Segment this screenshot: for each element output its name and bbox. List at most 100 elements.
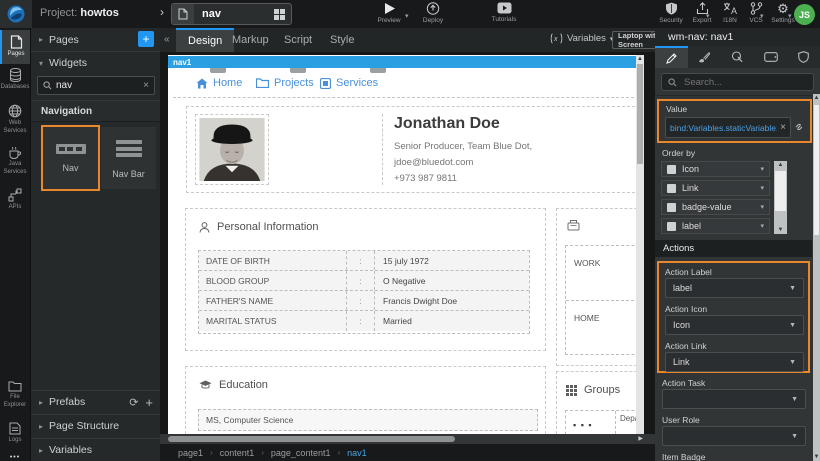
rail-more-button[interactable]: ••• — [0, 454, 30, 461]
preview-button[interactable]: Preview — [368, 2, 410, 24]
collapse-left-panel-icon[interactable]: « — [164, 34, 170, 45]
widget-search[interactable]: × — [37, 76, 155, 95]
breadcrumb-item[interactable]: page_content1 — [271, 448, 331, 458]
scroll-up-icon[interactable]: ▲ — [636, 56, 644, 62]
variables-dropdown[interactable]: x Variables ▾ — [550, 33, 613, 44]
table-row[interactable]: MARITAL STATUS : Married — [199, 311, 529, 331]
table-row[interactable]: DATE OF BIRTH : 15 july 1972 — [199, 251, 529, 271]
tab-inspect[interactable] — [721, 46, 754, 68]
personal-info-panel[interactable]: Personal Information DATE OF BIRTH : 15 … — [185, 208, 546, 351]
chevron-down-icon[interactable]: ▾ — [760, 165, 764, 173]
export-chevron-icon[interactable]: ▾ — [706, 12, 710, 20]
nav-item-home[interactable]: Home — [196, 72, 242, 94]
table-row[interactable]: BLOOD GROUP : O Negative — [199, 271, 529, 291]
scroll-up-icon[interactable]: ▲ — [774, 162, 787, 168]
action-link-select[interactable]: Link ▼ — [665, 352, 804, 372]
profile-panel[interactable]: Jonathan Doe Senior Producer, Team Blue … — [186, 106, 644, 193]
page-selector[interactable]: nav — [171, 3, 292, 25]
scroll-down-icon[interactable]: ▼ — [813, 454, 820, 460]
refresh-icon[interactable]: ⟳ — [129, 396, 138, 409]
preview-chevron-icon[interactable]: ▾ — [405, 12, 409, 20]
widget-tile-nav-bar[interactable]: Nav Bar — [101, 127, 156, 189]
action-label-select[interactable]: label ▼ — [665, 278, 804, 298]
contact-panel[interactable]: WORK HOME — [556, 208, 644, 366]
canvas-horizontal-scrollbar[interactable]: ▶ — [160, 434, 655, 444]
clear-search-icon[interactable]: × — [143, 80, 149, 91]
scrollbar-thumb[interactable] — [814, 105, 819, 235]
checkbox-icon[interactable] — [667, 222, 676, 231]
scroll-down-icon[interactable]: ▼ — [774, 227, 787, 233]
grid-icon[interactable] — [274, 9, 285, 20]
order-by-row-link[interactable]: Link ▾ — [661, 180, 770, 196]
rail-item-logs[interactable]: Logs — [0, 422, 30, 454]
actions-section-header[interactable]: Actions — [655, 240, 812, 257]
scroll-up-icon[interactable]: ▲ — [813, 95, 820, 101]
chevron-down-icon[interactable]: ▾ — [760, 222, 764, 230]
breadcrumb-item-current[interactable]: nav1 — [347, 448, 367, 458]
deploy-button[interactable]: Deploy — [412, 2, 454, 24]
tab-device[interactable] — [754, 46, 787, 68]
table-row[interactable]: FATHER'S NAME : Francis Dwight Doe — [199, 291, 529, 311]
action-task-select[interactable]: ▼ — [662, 389, 806, 409]
breadcrumb-item[interactable]: page1 — [178, 448, 203, 458]
canvas-vertical-scrollbar[interactable]: ▲ — [636, 55, 644, 434]
checkbox-icon[interactable] — [667, 203, 676, 212]
properties-scrollbar[interactable]: ▲ ▼ — [813, 94, 820, 461]
order-by-row-badge-value[interactable]: badge-value ▾ — [661, 199, 770, 215]
tab-style[interactable]: Style — [318, 28, 366, 52]
rail-item-pages[interactable]: Pages — [0, 30, 30, 64]
design-canvas-page[interactable]: nav1 Home Projects Services — [168, 55, 644, 434]
scroll-right-icon[interactable]: ▶ — [638, 435, 643, 442]
variables-section-header[interactable]: ▸ Variables — [31, 438, 161, 461]
widget-tile-nav[interactable]: Nav — [43, 127, 98, 189]
breadcrumb-item[interactable]: content1 — [220, 448, 255, 458]
education-panel[interactable]: Education MS, Computer Science — [185, 366, 546, 434]
selected-widget-bar[interactable]: nav1 — [168, 56, 644, 68]
rail-item-web-services[interactable]: Web Services — [0, 104, 30, 142]
user-role-select[interactable]: ▼ — [662, 426, 806, 446]
property-search-input[interactable] — [682, 76, 807, 89]
tutorials-button[interactable]: Tutorials — [482, 2, 526, 23]
clear-value-icon[interactable]: × — [777, 122, 786, 133]
action-icon-select[interactable]: Icon ▼ — [665, 315, 804, 335]
page-structure-section-header[interactable]: ▸ Page Structure — [31, 414, 161, 437]
groups-panel[interactable]: Groups ▪ ▪ ▪ Depa ▾ — [556, 371, 644, 434]
chevron-down-icon[interactable]: ▾ — [760, 184, 764, 192]
bind-link-icon[interactable] — [793, 121, 805, 133]
rail-item-apis[interactable]: APIs — [0, 188, 30, 222]
app-logo[interactable] — [0, 0, 32, 28]
user-avatar[interactable]: JS — [794, 4, 815, 25]
rail-item-java-services[interactable]: Java Services — [0, 146, 30, 184]
nav-item-services[interactable]: Services — [320, 72, 378, 94]
tab-properties[interactable] — [655, 46, 688, 68]
tab-styles[interactable] — [688, 46, 721, 68]
widget-search-input[interactable] — [52, 80, 143, 91]
profile-photo-frame[interactable] — [195, 114, 269, 185]
checkbox-icon[interactable] — [667, 184, 676, 193]
contact-row-home[interactable]: HOME — [566, 301, 644, 354]
scrollbar-thumb[interactable] — [637, 64, 643, 164]
rail-item-file-explorer[interactable]: File Explorer — [0, 380, 30, 418]
order-by-row-icon[interactable]: Icon ▾ — [661, 161, 770, 177]
property-search[interactable] — [661, 73, 814, 91]
chevron-down-icon[interactable]: ▾ — [760, 203, 764, 211]
groups-row[interactable]: ▪ ▪ ▪ Depa ▾ — [565, 410, 644, 434]
checkbox-icon[interactable] — [667, 165, 676, 174]
tab-script[interactable]: Script — [272, 28, 324, 52]
education-row[interactable]: MS, Computer Science — [198, 409, 538, 431]
scrollbar-thumb[interactable] — [168, 436, 455, 442]
prefabs-section-header[interactable]: ▸ Prefabs ⟳ + — [31, 390, 161, 413]
value-bind-input[interactable]: bind:Variables.staticVariable1.dataSet × — [665, 117, 791, 138]
order-by-row-label[interactable]: label ▾ — [661, 218, 770, 234]
scrollbar-thumb[interactable] — [775, 171, 786, 211]
tab-security[interactable] — [787, 46, 820, 68]
widgets-section-header[interactable]: ▾ Widgets — [31, 51, 161, 74]
settings-chevron-icon[interactable]: ▾ — [788, 12, 792, 20]
add-page-button[interactable]: + — [138, 31, 154, 47]
add-prefab-icon[interactable]: + — [145, 395, 153, 410]
rail-item-databases[interactable]: Databases — [0, 68, 30, 100]
contact-row-work[interactable]: WORK — [566, 246, 644, 301]
order-by-scrollbar[interactable]: ▲ ▼ — [774, 161, 787, 234]
nav-item-projects[interactable]: Projects — [256, 72, 314, 94]
vcs-chevron-icon[interactable]: ▾ — [760, 12, 764, 20]
